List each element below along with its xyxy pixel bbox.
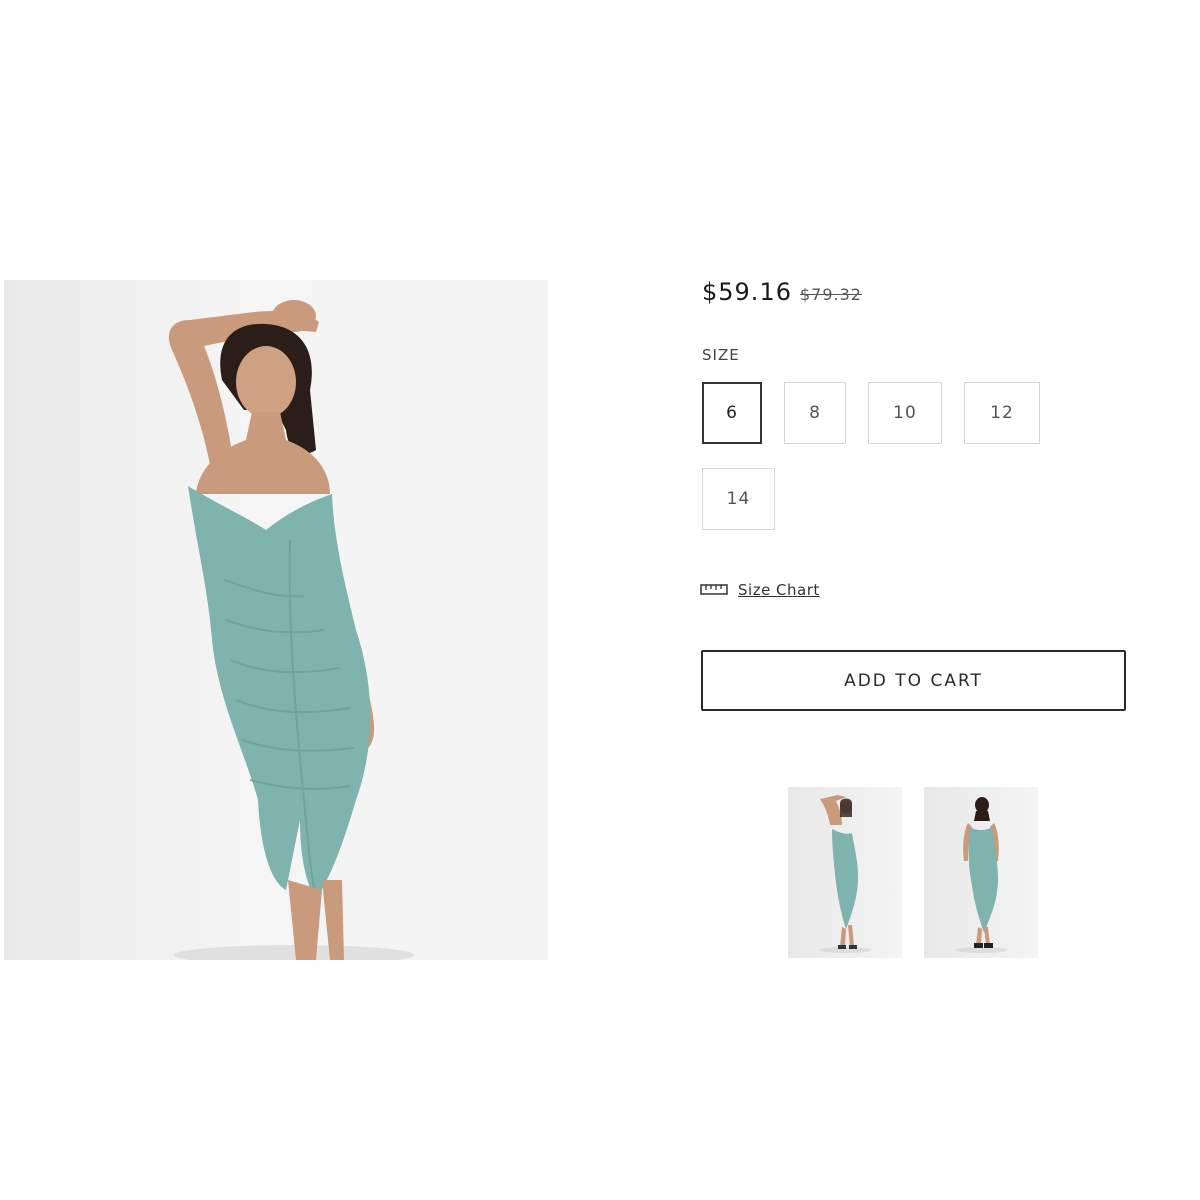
size-option-14[interactable]: 14: [702, 468, 775, 530]
size-option-8[interactable]: 8: [784, 382, 846, 444]
size-label: SIZE: [702, 346, 740, 364]
ruler-icon: [700, 581, 728, 600]
size-option-12[interactable]: 12: [964, 382, 1040, 444]
thumbnail-back-image: [955, 797, 1007, 953]
size-chart-link[interactable]: Size Chart: [700, 578, 820, 602]
size-option-6[interactable]: 6: [702, 382, 762, 444]
price-original: $79.32: [799, 285, 862, 304]
price-row: $59.16 $79.32: [702, 278, 862, 312]
main-product-image: [4, 280, 548, 960]
size-option-10[interactable]: 10: [868, 382, 942, 444]
model-photo: [168, 300, 414, 960]
thumbnail-front-image: [819, 795, 871, 953]
size-chart-label: Size Chart: [738, 581, 820, 599]
thumbnail-back-view[interactable]: [924, 787, 1038, 958]
price-current: $59.16: [702, 278, 792, 306]
add-to-cart-button[interactable]: ADD TO CART: [701, 650, 1126, 711]
thumbnail-front-view[interactable]: [788, 787, 902, 958]
